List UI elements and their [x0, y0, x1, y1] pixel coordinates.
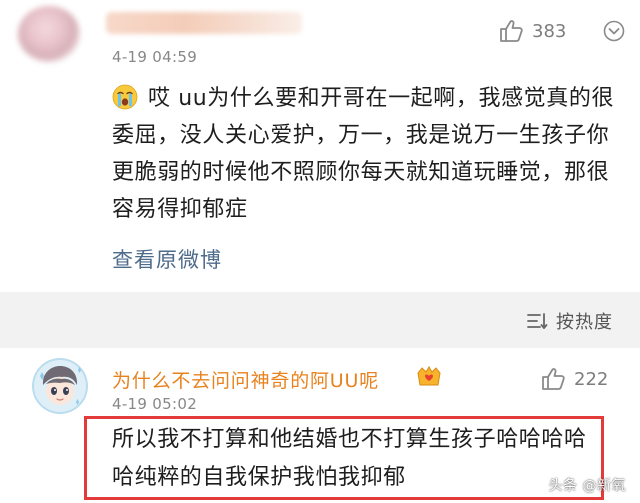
sort-label: 按热度	[556, 312, 613, 333]
view-original-link[interactable]: 查看原微博	[112, 244, 222, 274]
avatar[interactable]	[32, 358, 88, 414]
reply-time: 4-19 05:02	[112, 395, 198, 413]
like-count: 222	[574, 368, 609, 390]
watermark: 头条 @新氧	[548, 478, 626, 494]
top-comment-card: 4-19 04:59 383 哎 uu为什么要和开哥在一起啊，我感觉真的很委屈，…	[0, 0, 640, 292]
comment-body: 哎 uu为什么要和开哥在一起啊，我感觉真的很委屈，没人关心爱护，万一，我是说万一…	[112, 80, 628, 228]
like-button[interactable]: 383	[498, 18, 566, 44]
reply-card: 为什么不去问问神奇的阿UU呢 4-19 05:02 222 所以我不打算和他结婚…	[0, 348, 640, 503]
vip-badge-icon	[417, 366, 441, 386]
like-button[interactable]: 222	[540, 366, 608, 392]
sort-bar: 按热度	[0, 292, 640, 348]
crying-face-icon	[112, 84, 138, 110]
thumbs-up-icon	[500, 20, 523, 42]
reply-username[interactable]: 为什么不去问问神奇的阿UU呢	[112, 366, 379, 393]
thumbs-up-icon	[542, 368, 565, 390]
reply-text: 所以我不打算和他结婚也不打算生孩子哈哈哈哈哈纯粹的自我保护我怕我抑郁	[112, 427, 587, 490]
sort-icon	[527, 313, 548, 329]
comment-text: 哎 uu为什么要和开哥在一起啊，我感觉真的很委屈，没人关心爱护，万一，我是说万一…	[112, 86, 615, 222]
sort-by-hot-button[interactable]: 按热度	[526, 308, 613, 334]
like-count: 383	[532, 20, 567, 42]
avatar[interactable]	[18, 6, 80, 62]
comment-time: 4-19 04:59	[112, 48, 198, 66]
username-redacted[interactable]	[106, 12, 302, 34]
more-options-icon[interactable]	[603, 20, 625, 42]
